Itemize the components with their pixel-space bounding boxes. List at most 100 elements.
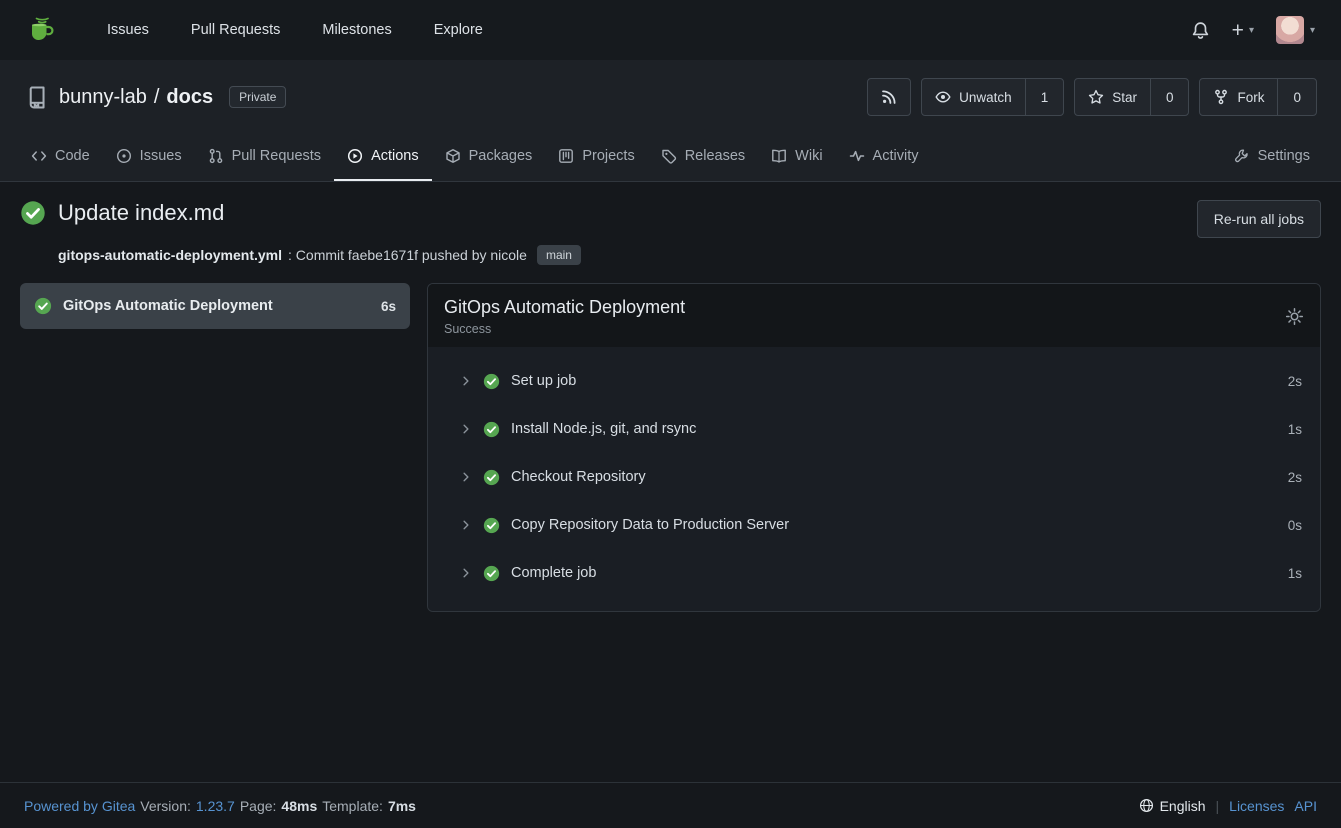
powered-by-link[interactable]: Powered by Gitea [24, 798, 135, 814]
unwatch-button[interactable]: Unwatch [922, 79, 1025, 115]
chevron-right-icon [460, 375, 472, 387]
nav-item-pull-requests[interactable]: Pull Requests [170, 0, 301, 60]
step-name: Set up job [511, 373, 576, 389]
footer: Powered by Gitea Version: 1.23.7 Page: 4… [0, 782, 1341, 828]
nav-item-explore[interactable]: Explore [413, 0, 504, 60]
fork-button[interactable]: Fork [1200, 79, 1277, 115]
plus-icon: + [1232, 20, 1244, 41]
repo-owner-link[interactable]: bunny-lab [59, 86, 147, 109]
api-link[interactable]: API [1294, 798, 1317, 814]
run-subtitle: gitops-automatic-deployment.yml : Commit… [58, 245, 1321, 265]
rss-button[interactable] [867, 78, 911, 116]
step-row[interactable]: Copy Repository Data to Production Serve… [428, 501, 1320, 549]
step-duration: 1s [1288, 422, 1302, 437]
chevron-right-icon [460, 567, 472, 579]
fork-button-group: Fork 0 [1199, 78, 1317, 116]
tab-label: Code [55, 148, 90, 164]
job-list-item[interactable]: GitOps Automatic Deployment 6s [20, 283, 410, 329]
tab-label: Releases [685, 148, 745, 164]
step-list: Set up job 2s Install Node.js, git, and … [428, 347, 1320, 611]
notifications-button[interactable] [1191, 21, 1210, 40]
licenses-link[interactable]: Licenses [1229, 798, 1284, 814]
stars-count[interactable]: 0 [1150, 79, 1189, 115]
job-duration: 6s [381, 299, 396, 314]
code-icon [31, 148, 47, 164]
actions-play-icon [347, 148, 363, 164]
watchers-count[interactable]: 1 [1025, 79, 1064, 115]
nav-item-issues[interactable]: Issues [86, 0, 170, 60]
tab-label: Actions [371, 148, 419, 164]
tab-projects[interactable]: Projects [545, 132, 647, 181]
tab-label: Packages [469, 148, 533, 164]
globe-icon [1139, 798, 1154, 813]
create-new-button[interactable]: + ▾ [1232, 20, 1254, 41]
gitea-logo[interactable] [26, 14, 58, 46]
tab-label: Pull Requests [232, 148, 321, 164]
tab-activity[interactable]: Activity [836, 132, 932, 181]
tab-actions[interactable]: Actions [334, 132, 432, 181]
template-label: Template: [322, 798, 383, 814]
chevron-down-icon: ▾ [1249, 25, 1254, 36]
step-row[interactable]: Complete job 1s [428, 549, 1320, 597]
tab-label: Wiki [795, 148, 822, 164]
success-check-icon [483, 469, 500, 486]
step-name: Complete job [511, 565, 596, 581]
bell-icon [1191, 21, 1210, 40]
step-row[interactable]: Install Node.js, git, and rsync 1s [428, 405, 1320, 453]
tab-packages[interactable]: Packages [432, 132, 546, 181]
nav-item-milestones[interactable]: Milestones [301, 0, 412, 60]
tab-code[interactable]: Code [18, 132, 103, 181]
success-check-icon [34, 297, 52, 315]
workflow-file-link[interactable]: gitops-automatic-deployment.yml [58, 247, 282, 263]
star-button-group: Star 0 [1074, 78, 1189, 116]
tab-label: Settings [1258, 148, 1310, 164]
package-icon [445, 148, 461, 164]
repo-title: bunny-lab / docs [59, 86, 213, 109]
forks-count[interactable]: 0 [1277, 79, 1316, 115]
private-badge: Private [229, 86, 286, 108]
run-title-row: Update index.md [20, 200, 224, 226]
tab-label: Issues [140, 148, 182, 164]
repo-header: bunny-lab / docs Private Unwatch [0, 60, 1341, 182]
fork-icon [1213, 89, 1229, 105]
tab-releases[interactable]: Releases [648, 132, 758, 181]
rerun-all-jobs-button[interactable]: Re-run all jobs [1197, 200, 1321, 238]
step-row[interactable]: Checkout Repository 2s [428, 453, 1320, 501]
tab-settings[interactable]: Settings [1221, 132, 1323, 181]
watch-button-group: Unwatch 1 [921, 78, 1064, 116]
page-time: 48ms [281, 798, 317, 814]
repo-tabs: Code Issues Pull Requests Actions [0, 132, 1341, 181]
book-icon [771, 148, 787, 164]
tab-wiki[interactable]: Wiki [758, 132, 835, 181]
project-icon [558, 148, 574, 164]
rss-icon [881, 89, 897, 105]
star-icon [1088, 89, 1104, 105]
top-navbar: Issues Pull Requests Milestones Explore … [0, 0, 1341, 60]
version-label: Version: [140, 798, 191, 814]
tab-issues[interactable]: Issues [103, 132, 195, 181]
chevron-down-icon: ▾ [1310, 25, 1315, 36]
repo-name-link[interactable]: docs [166, 86, 213, 109]
star-label: Star [1112, 90, 1137, 105]
issue-icon [116, 148, 132, 164]
step-duration: 2s [1288, 470, 1302, 485]
language-selector[interactable]: English [1139, 798, 1206, 814]
step-row[interactable]: Set up job 2s [428, 357, 1320, 405]
user-menu[interactable]: ▾ [1276, 16, 1315, 44]
success-check-icon [20, 200, 46, 226]
version-link[interactable]: 1.23.7 [196, 798, 235, 814]
tab-pull-requests[interactable]: Pull Requests [195, 132, 334, 181]
job-name: GitOps Automatic Deployment [63, 298, 370, 314]
chevron-right-icon [460, 471, 472, 483]
success-check-icon [483, 421, 500, 438]
branch-badge[interactable]: main [537, 245, 581, 265]
fork-label: Fork [1237, 90, 1264, 105]
unwatch-label: Unwatch [959, 90, 1012, 105]
template-time: 7ms [388, 798, 416, 814]
gear-icon [1285, 307, 1304, 326]
step-duration: 2s [1288, 374, 1302, 389]
star-button[interactable]: Star [1075, 79, 1150, 115]
repo-separator: / [154, 86, 160, 109]
job-options-button[interactable] [1285, 307, 1304, 326]
pulse-icon [849, 148, 865, 164]
